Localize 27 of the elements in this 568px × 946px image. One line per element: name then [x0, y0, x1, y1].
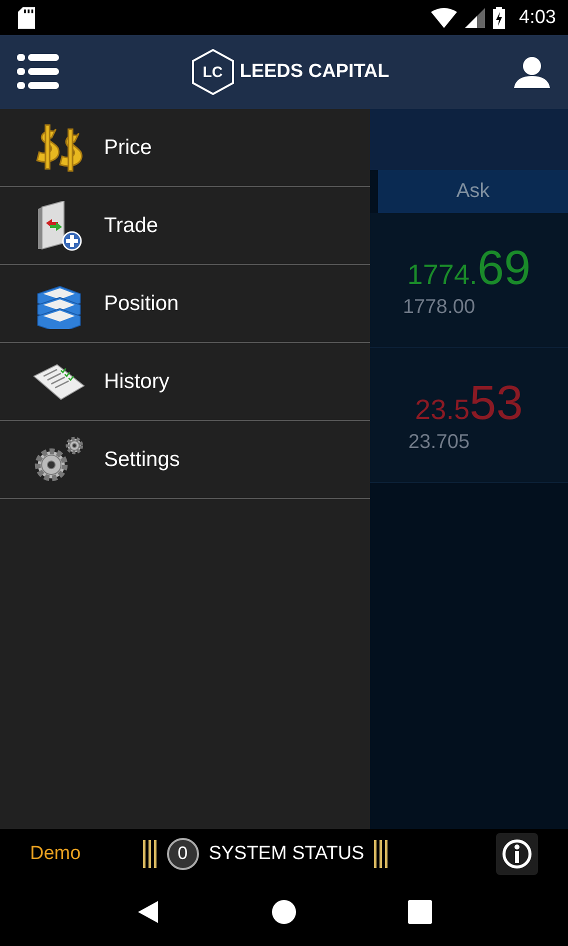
- home-icon[interactable]: [272, 900, 296, 924]
- menu-icon[interactable]: [17, 53, 59, 91]
- price-value: 1774.69: [407, 241, 531, 296]
- menu-item[interactable]: Position: [0, 265, 370, 343]
- bars-icon: [374, 840, 388, 868]
- back-icon[interactable]: [136, 900, 160, 924]
- menu-item[interactable]: Trade: [0, 187, 370, 265]
- brand-name: LEEDS CAPITAL: [240, 61, 390, 83]
- bars-icon: [142, 840, 157, 868]
- wifi-icon: [431, 8, 458, 28]
- signal-icon: [465, 8, 486, 28]
- alert-count: 0: [166, 838, 199, 870]
- clock: 4:03: [519, 6, 556, 28]
- menu-item[interactable]: Settings: [0, 421, 370, 499]
- menu-item[interactable]: Price: [0, 109, 370, 187]
- menu-item[interactable]: History: [0, 343, 370, 421]
- info-icon[interactable]: [496, 832, 538, 874]
- price-sub: 23.705: [408, 431, 470, 454]
- column-header: Ask: [378, 170, 568, 213]
- system-status[interactable]: SYSTEM STATUS: [208, 842, 364, 864]
- battery-icon: [493, 6, 506, 28]
- sd-card-icon: [18, 6, 35, 28]
- logo-mark: LC: [192, 49, 234, 95]
- price-sub: 1778.00: [402, 296, 476, 319]
- mode-label: Demo: [30, 842, 81, 864]
- price-value: 23.553: [415, 376, 523, 431]
- user-icon[interactable]: [514, 56, 550, 88]
